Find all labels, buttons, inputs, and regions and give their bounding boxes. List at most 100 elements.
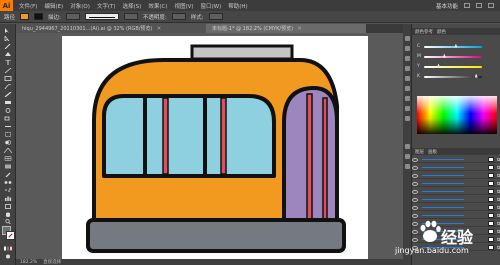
- color-spectrum[interactable]: [417, 96, 497, 134]
- visibility-eye-icon[interactable]: [412, 165, 418, 171]
- minimize-icon[interactable]: [464, 3, 470, 8]
- layer-row[interactable]: [412, 157, 500, 163]
- slider-y-track[interactable]: [424, 63, 482, 68]
- slider-c-track[interactable]: [424, 43, 482, 48]
- visibility-eye-icon[interactable]: [412, 157, 418, 163]
- artboard[interactable]: [62, 36, 368, 259]
- tab-color[interactable]: 颜色: [437, 29, 446, 35]
- brushes-panel-icon[interactable]: [405, 56, 410, 61]
- pen-tool-icon[interactable]: [4, 52, 12, 57]
- line-tool-icon[interactable]: [4, 68, 12, 73]
- magic-wand-tool-icon[interactable]: [4, 44, 12, 49]
- tab-color-guide[interactable]: 颜色参考: [415, 29, 433, 35]
- eraser-tool-icon[interactable]: [4, 100, 12, 105]
- mesh-tool-icon[interactable]: [4, 156, 12, 161]
- slider-k-thumb[interactable]: [474, 73, 478, 78]
- brush-dropdown[interactable]: [123, 13, 138, 20]
- menu-help[interactable]: 帮助(H): [228, 2, 247, 10]
- opacity-dropdown[interactable]: [171, 13, 186, 20]
- free-transform-tool-icon[interactable]: [4, 132, 12, 137]
- layer-row[interactable]: [412, 213, 500, 219]
- zoom-tool-icon[interactable]: [4, 219, 12, 224]
- zoom-level[interactable]: 182.2%: [20, 260, 37, 265]
- layer-row[interactable]: [412, 197, 500, 203]
- slider-m[interactable]: M: [417, 53, 499, 59]
- slider-y-thumb[interactable]: [437, 63, 440, 68]
- layer-row[interactable]: [412, 173, 500, 179]
- menu-window[interactable]: 窗口(W): [201, 2, 222, 10]
- blend-tool-icon[interactable]: [4, 180, 12, 185]
- symbols-panel-icon[interactable]: [405, 66, 410, 71]
- menu-select[interactable]: 选择(S): [123, 2, 142, 10]
- gradient-tool-icon[interactable]: [4, 164, 12, 169]
- paintbrush-tool-icon[interactable]: [4, 84, 12, 89]
- style-dropdown[interactable]: [208, 13, 223, 20]
- rotate-tool-icon[interactable]: [4, 108, 12, 113]
- symbol-sprayer-tool-icon[interactable]: [4, 188, 12, 193]
- artboard-tool-icon[interactable]: [4, 204, 12, 209]
- menu-file[interactable]: 文件(F): [19, 2, 37, 10]
- column-graph-tool-icon[interactable]: [4, 196, 12, 201]
- tab-layers[interactable]: 图层: [415, 149, 424, 155]
- layer-row[interactable]: [412, 189, 500, 195]
- canvas-area[interactable]: [16, 33, 418, 259]
- document-tab-active[interactable]: 未标题-1* @ 182.2% (CMYK/预览) ×: [206, 24, 366, 33]
- stroke-weight-dropdown[interactable]: [65, 13, 80, 20]
- bus-bumper[interactable]: [86, 218, 346, 253]
- slider-k[interactable]: K: [417, 73, 499, 79]
- bus-window-1[interactable]: [102, 94, 147, 178]
- stroke-profile-dropdown[interactable]: [84, 13, 119, 20]
- shape-builder-tool-icon[interactable]: [4, 140, 12, 145]
- maximize-icon[interactable]: [476, 3, 482, 8]
- type-tool-icon[interactable]: [4, 60, 12, 65]
- fill-stroke-selector[interactable]: [2, 226, 15, 240]
- slider-c-thumb[interactable]: [454, 43, 458, 48]
- width-tool-icon[interactable]: [4, 124, 12, 129]
- hand-tool-icon[interactable]: [4, 212, 12, 217]
- stroke-color-box[interactable]: [6, 231, 15, 240]
- layer-row[interactable]: [412, 165, 500, 171]
- eyedropper-tool-icon[interactable]: [4, 172, 12, 177]
- direct-selection-tool-icon[interactable]: [4, 36, 12, 41]
- scale-tool-icon[interactable]: [4, 116, 12, 121]
- tab-artboards[interactable]: 画板: [428, 149, 437, 155]
- menu-type[interactable]: 文字(T): [97, 2, 116, 10]
- tab-close-icon[interactable]: ×: [156, 25, 161, 32]
- layer-row[interactable]: [412, 205, 500, 211]
- appearance-panel-icon[interactable]: [405, 106, 410, 111]
- visibility-eye-icon[interactable]: [412, 173, 418, 179]
- bus-window-2[interactable]: [143, 94, 207, 178]
- menu-effect[interactable]: 效果(C): [148, 2, 167, 10]
- visibility-eye-icon[interactable]: [412, 213, 418, 219]
- slider-c[interactable]: C: [417, 43, 499, 49]
- workspace-switcher[interactable]: 基本功能: [436, 2, 458, 10]
- draw-mode-icon[interactable]: [4, 254, 12, 259]
- visibility-eye-icon[interactable]: [412, 197, 418, 203]
- transparency-panel-icon[interactable]: [405, 96, 410, 101]
- document-tab[interactable]: hiqu_2944967_20110301...(Ai).ai @ 32% (R…: [16, 24, 206, 33]
- perspective-grid-tool-icon[interactable]: [4, 148, 12, 153]
- visibility-eye-icon[interactable]: [412, 205, 418, 211]
- color-panel-icon[interactable]: [405, 36, 410, 41]
- menu-edit[interactable]: 编辑(E): [44, 2, 63, 10]
- slider-m-track[interactable]: [424, 53, 482, 58]
- bus-window-3[interactable]: [203, 94, 276, 178]
- fill-swatch[interactable]: [20, 13, 30, 20]
- selection-tool-icon[interactable]: [4, 28, 12, 33]
- swatches-panel-icon[interactable]: [405, 46, 410, 51]
- menu-object[interactable]: 对象(O): [70, 2, 90, 10]
- align-panel-icon[interactable]: [405, 164, 410, 169]
- slider-m-thumb[interactable]: [442, 53, 446, 58]
- artboards-panel-icon[interactable]: [405, 154, 410, 159]
- visibility-eye-icon[interactable]: [412, 189, 418, 195]
- gradient-panel-icon[interactable]: [405, 86, 410, 91]
- slider-k-track[interactable]: [424, 73, 482, 78]
- close-icon[interactable]: [488, 3, 494, 8]
- menu-view[interactable]: 视图(V): [174, 2, 193, 10]
- color-mode-icon[interactable]: [4, 246, 12, 251]
- pencil-tool-icon[interactable]: [4, 92, 12, 97]
- stroke-panel-icon[interactable]: [405, 76, 410, 81]
- rectangle-tool-icon[interactable]: [4, 76, 12, 81]
- graphic-styles-panel-icon[interactable]: [405, 116, 410, 121]
- active-tab-close-icon[interactable]: ×: [297, 25, 302, 32]
